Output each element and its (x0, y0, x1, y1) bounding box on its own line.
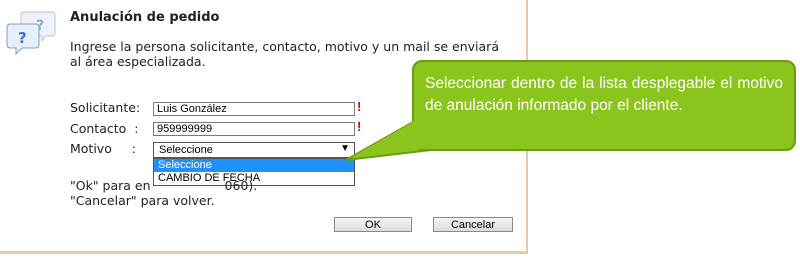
callout-text: Seleccionar dentro de la lista desplegab… (425, 75, 783, 114)
callout-pointer-joint (352, 120, 448, 157)
